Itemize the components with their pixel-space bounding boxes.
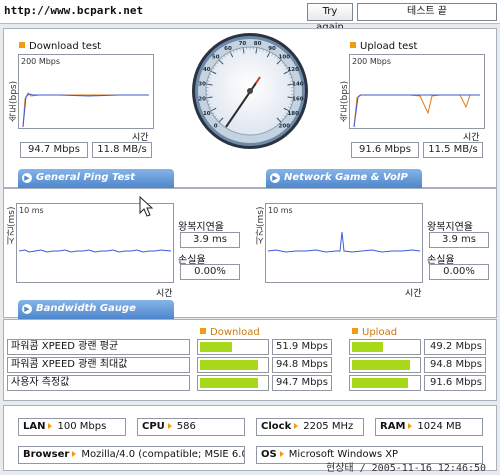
game-rtt-value: 3.9 ms: [429, 232, 489, 248]
bandwidth-upload-header: Upload: [352, 327, 397, 338]
gauge-tick-label: 20: [198, 97, 206, 103]
tab-bandwidth-gauge[interactable]: ▶ Bandwidth Gauge: [18, 300, 174, 319]
clock-info: Clock 2205 MHz: [256, 418, 364, 436]
gauge-tick-label: 100: [279, 55, 291, 61]
footer-timestamp: 현상태 / 2005-11-16 12:46:50: [326, 463, 487, 474]
gauge-tick-label: 90: [268, 46, 276, 52]
orange-square-icon: [350, 42, 356, 48]
upload-line: [353, 94, 480, 128]
game-x-label: 시간: [405, 289, 422, 299]
ram-info: RAM 1024 MB: [375, 418, 483, 436]
download-mbps: 94.7 Mbps: [20, 142, 88, 158]
download-bar-fill: [200, 342, 232, 352]
gauge-tick-label: 120: [287, 67, 299, 73]
gauge-tick-label: 50: [212, 55, 220, 61]
bandwidth-download-header: Download: [200, 327, 260, 338]
test-status: 테스트 끝: [357, 3, 497, 21]
download-bar: [197, 339, 269, 355]
upload-bar: [349, 357, 421, 373]
game-graph: 10 ms: [265, 203, 423, 283]
download-bar-fill: [200, 360, 258, 370]
upload-value: 49.2 Mbps: [424, 339, 486, 355]
triangle-right-icon: [294, 423, 299, 429]
tab-network-game-voip-test[interactable]: ▶Network Game & VoIP Test: [266, 169, 422, 201]
gauge-tick-label: 10: [203, 111, 211, 117]
gauge-tick-label: 70: [239, 41, 247, 47]
speed-gauge: 010 20 30 4050 60 70 80 90100 120 140 160 180 200: [192, 33, 308, 149]
game-line: [267, 231, 421, 253]
triangle-right-icon: [72, 451, 77, 457]
ping-x-label: 시간: [156, 289, 173, 299]
download-graph: 200 Mbps: [18, 54, 154, 129]
ping-rtt-label: 왕복지연율: [178, 222, 224, 233]
gauge-tick-label: 0: [214, 123, 218, 129]
gauge-tick-label: 160: [292, 97, 304, 103]
upload-value: 94.8 Mbps: [424, 357, 486, 373]
ping-rtt-value: 3.9 ms: [180, 232, 240, 248]
orange-square-icon: [352, 328, 358, 334]
download-test-title: Download test: [19, 41, 101, 52]
arrow-right-icon: ▶: [270, 173, 280, 183]
triangle-right-icon: [408, 423, 413, 429]
try-again-button[interactable]: Try again: [307, 3, 353, 33]
tab-general-ping-test[interactable]: ▶ General Ping Test: [18, 169, 174, 188]
upload-mbps: 91.6 Mbps: [351, 142, 419, 158]
upload-bar-fill: [352, 360, 410, 370]
gauge-tick-label: 180: [287, 111, 299, 117]
lan-info: LAN 100 Mbps: [18, 418, 126, 436]
download-line: [22, 92, 149, 128]
gauge-tick-label: 80: [254, 41, 262, 47]
upload-mbs: 11.5 MB/s: [423, 142, 483, 158]
download-value: 94.8 Mbps: [272, 357, 332, 373]
upload-graph: 200 Mbps: [349, 54, 485, 129]
game-loss-value: 0.00%: [429, 264, 489, 280]
triangle-right-icon: [279, 451, 284, 457]
upload-test-title: Upload test: [350, 41, 417, 52]
gauge-tick-label: 60: [224, 46, 232, 52]
upload-value: 91.6 Mbps: [424, 375, 486, 391]
download-bar: [197, 357, 269, 373]
orange-square-icon: [19, 42, 25, 48]
upload-bar: [349, 375, 421, 391]
arrow-right-icon: ▶: [22, 304, 32, 314]
mouse-cursor-icon: [139, 196, 154, 217]
download-bar: [197, 375, 269, 391]
gauge-tick-label: 140: [292, 81, 304, 87]
cpu-info: CPU 586: [137, 418, 245, 436]
ping-loss-value: 0.00%: [180, 264, 240, 280]
browser-info: Browser Mozilla/4.0 (compatible; MSIE 6.0: [18, 446, 245, 464]
download-value: 51.9 Mbps: [272, 339, 332, 355]
gauge-tick-label: 200: [279, 123, 291, 129]
download-value: 94.7 Mbps: [272, 375, 332, 391]
triangle-right-icon: [167, 423, 172, 429]
bandwidth-row-label: 파워콤 XPEED 광랜 최대값: [7, 357, 190, 373]
triangle-right-icon: [48, 423, 53, 429]
site-url: http://www.bcpark.net: [4, 4, 144, 17]
arrow-right-icon: ▶: [22, 173, 32, 183]
orange-square-icon: [200, 328, 206, 334]
download-bar-fill: [200, 378, 258, 388]
gauge-tick-label: 40: [203, 67, 211, 73]
upload-bar-fill: [352, 342, 383, 352]
upload-bar: [349, 339, 421, 355]
download-mbs: 11.8 MB/s: [92, 142, 152, 158]
gauge-tick-label: 30: [198, 81, 206, 87]
game-rtt-label: 왕복지연율: [427, 222, 473, 233]
upload-bar-fill: [352, 378, 408, 388]
bandwidth-row-label: 파워콤 XPEED 광랜 평균: [7, 339, 190, 355]
bandwidth-row-label: 사용자 측정값: [7, 375, 190, 391]
